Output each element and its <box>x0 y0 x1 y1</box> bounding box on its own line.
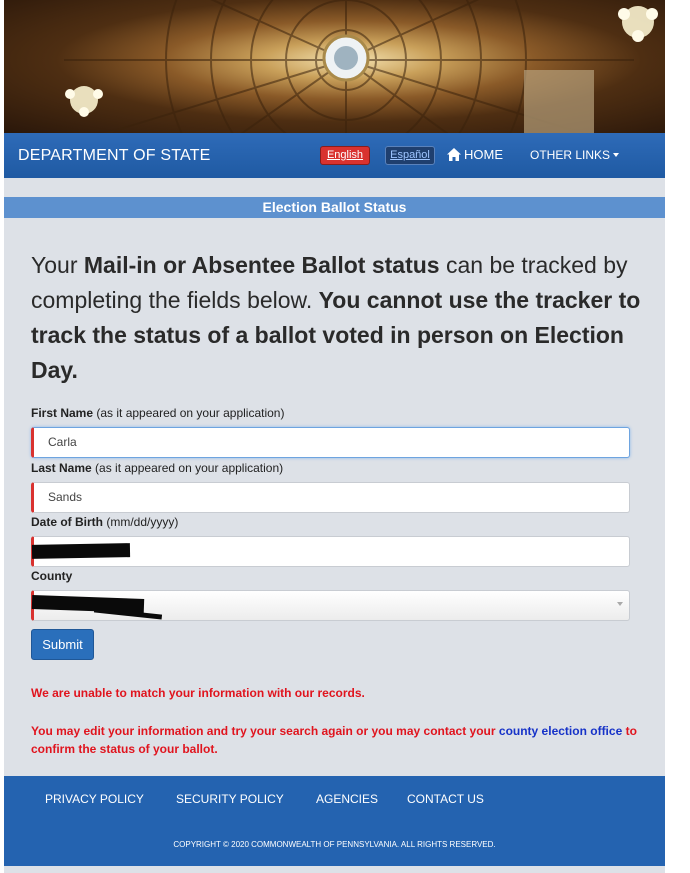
section-title: Election Ballot Status <box>4 197 665 218</box>
first-name-input[interactable]: Carla <box>31 427 630 458</box>
first-name-label: First Name (as it appeared on your appli… <box>31 406 285 420</box>
redaction-mark <box>31 543 131 559</box>
home-icon <box>447 148 461 161</box>
date-of-birth-input[interactable] <box>31 536 630 567</box>
other-links-dropdown[interactable]: OTHER LINKS <box>530 148 620 162</box>
county-election-office-link[interactable]: county election office <box>499 724 622 738</box>
copyright-text: COPYRIGHT © 2020 COMMONWEALTH OF PENNSYL… <box>173 840 496 849</box>
footer: PRIVACY POLICY SECURITY POLICY AGENCIES … <box>4 776 665 866</box>
site-brand[interactable]: DEPARTMENT OF STATE <box>18 147 211 165</box>
other-links-label: OTHER LINKS <box>530 148 611 162</box>
chevron-down-icon <box>617 602 623 606</box>
page: DEPARTMENT OF STATE English Español HOME… <box>4 0 665 873</box>
last-name-label: Last Name (as it appeared on your applic… <box>31 461 284 475</box>
privacy-policy-link[interactable]: PRIVACY POLICY <box>45 792 144 806</box>
dome-image <box>64 0 658 133</box>
county-label: County <box>31 569 73 583</box>
spanish-language-button[interactable]: Español <box>385 146 435 165</box>
capitol-dome-banner <box>4 0 665 133</box>
security-policy-link[interactable]: SECURITY POLICY <box>176 792 284 806</box>
english-language-button[interactable]: English <box>320 146 370 165</box>
edit-info-message: You may edit your information and try yo… <box>31 724 637 756</box>
county-select[interactable] <box>31 590 630 621</box>
intro-text: Your Mail-in or Absentee Ballot status c… <box>31 252 641 383</box>
top-nav: DEPARTMENT OF STATE English Español HOME… <box>4 133 665 178</box>
contact-us-link[interactable]: CONTACT US <box>407 792 484 806</box>
submit-button[interactable]: Submit <box>31 629 94 660</box>
agencies-link[interactable]: AGENCIES <box>316 792 378 806</box>
home-label: HOME <box>464 147 503 162</box>
last-name-input[interactable]: Sands <box>31 482 630 513</box>
caret-down-icon <box>613 153 620 157</box>
no-match-error: We are unable to match your information … <box>31 686 365 700</box>
date-of-birth-label: Date of Birth (mm/dd/yyyy) <box>31 515 179 529</box>
home-link[interactable]: HOME <box>447 147 503 162</box>
